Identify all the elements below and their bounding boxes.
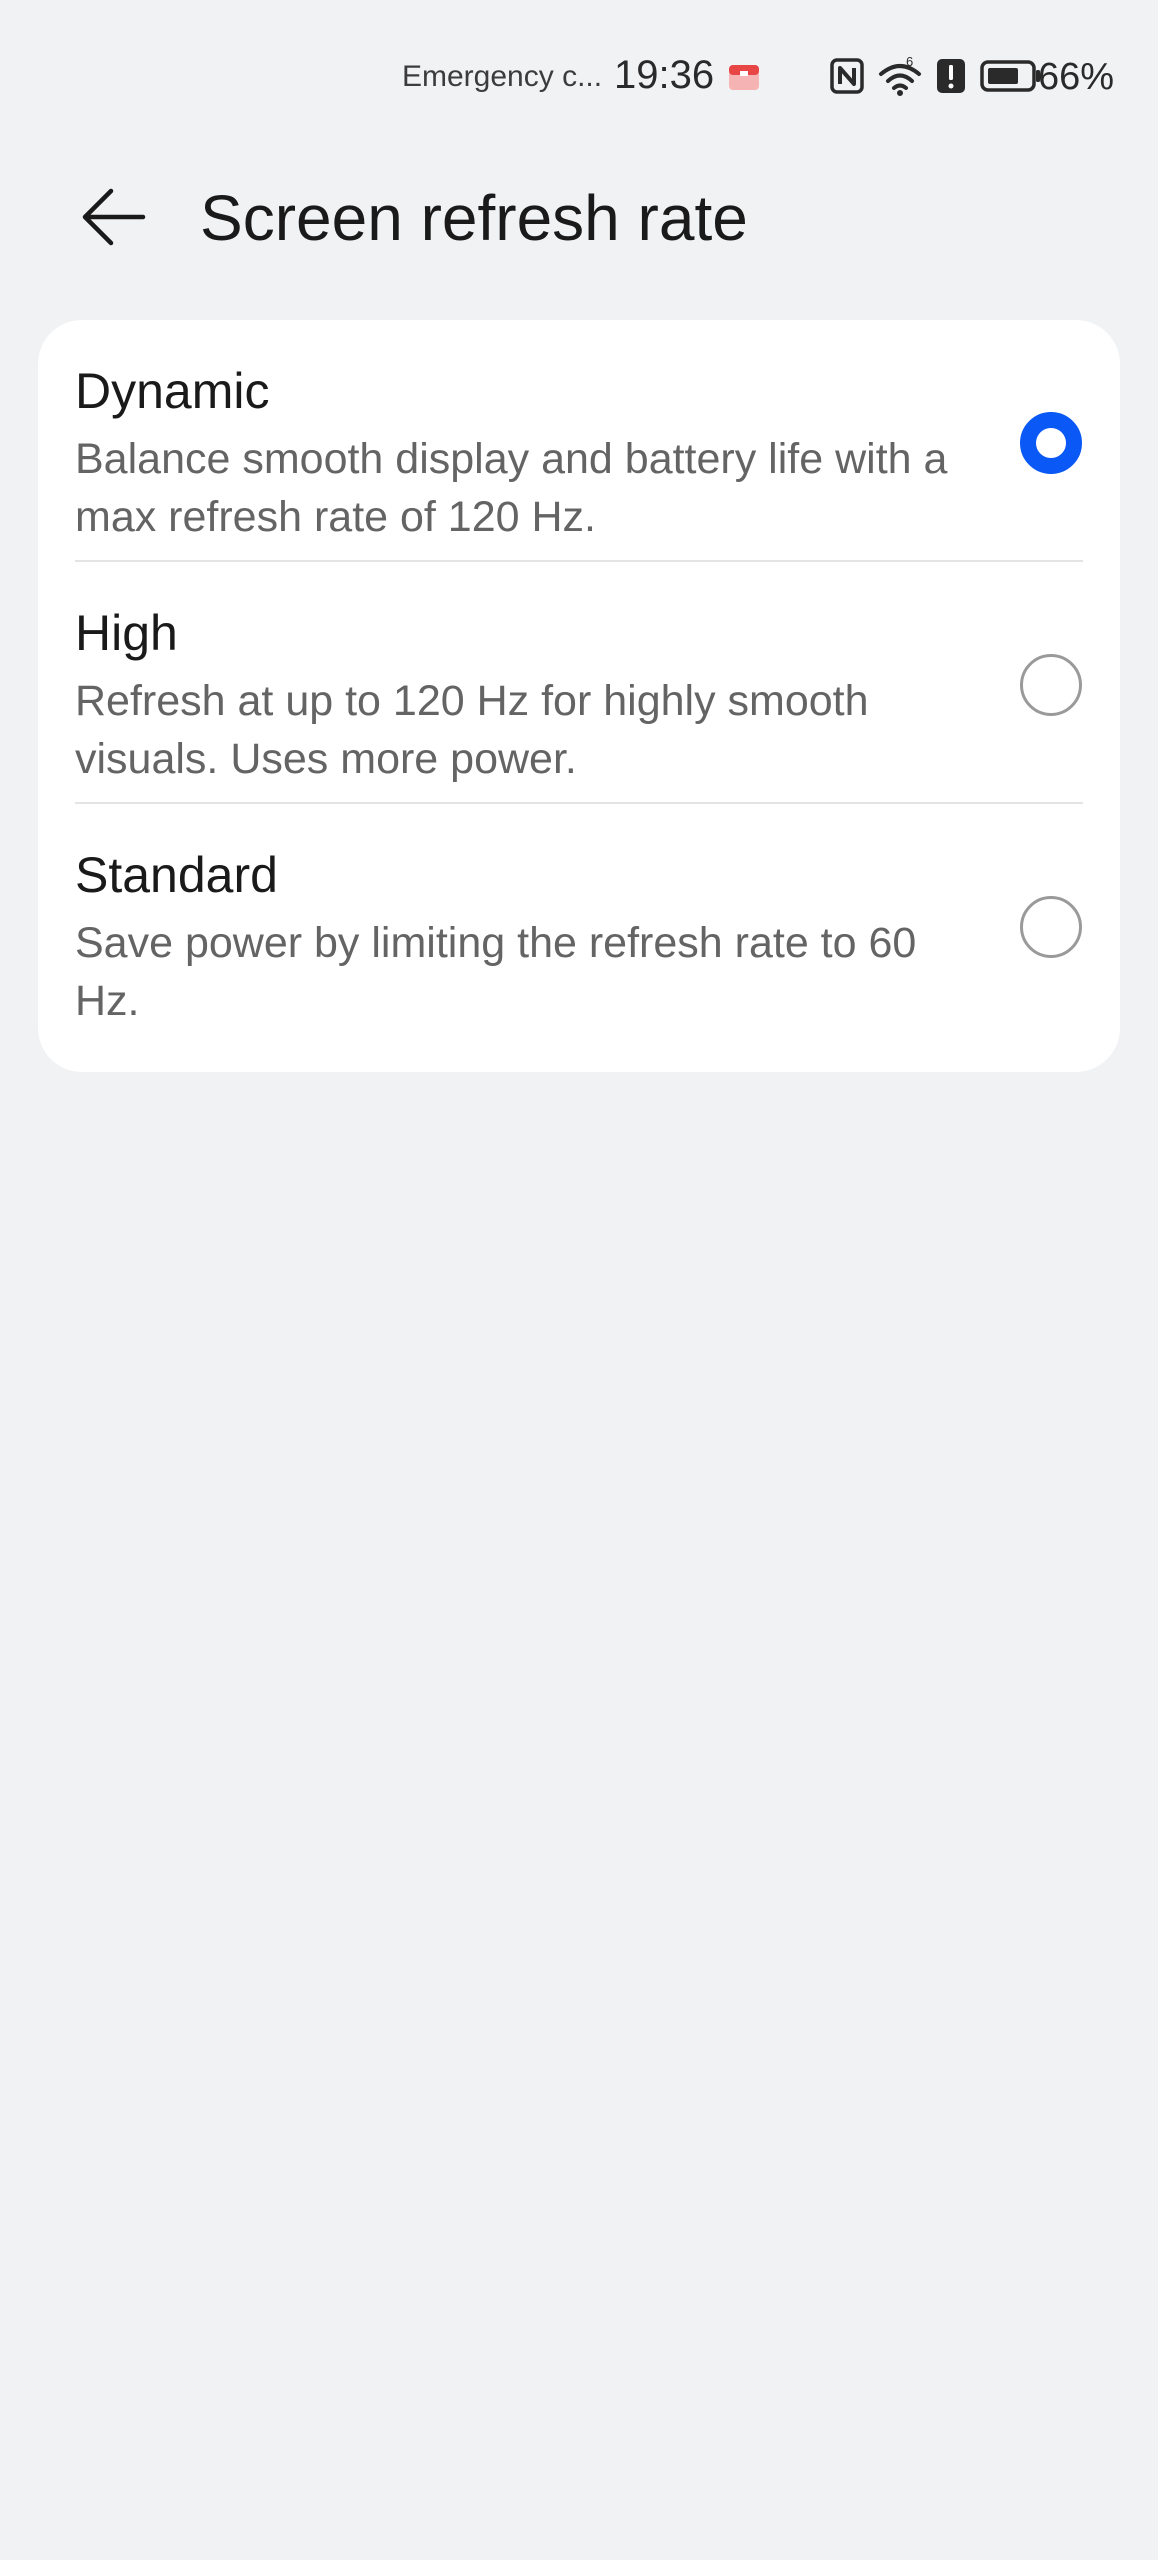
option-description: Save power by limiting the refresh rate … (75, 919, 917, 1025)
arrow-left-icon (82, 188, 146, 246)
page-title: Screen refresh rate (200, 182, 748, 254)
battery-icon (980, 59, 1042, 97)
header: Screen refresh rate (0, 160, 1158, 290)
option-standard[interactable]: Standard Save power by limiting the refr… (38, 804, 1120, 1046)
alert-icon (936, 58, 966, 99)
option-description: Balance smooth display and battery life … (75, 435, 948, 541)
radio-standard[interactable] (1020, 896, 1082, 958)
option-title: Dynamic (75, 363, 270, 419)
option-high[interactable]: High Refresh at up to 120 Hz for highly … (38, 562, 1120, 804)
status-time: 19:36 (614, 53, 715, 97)
option-title: Standard (75, 847, 278, 903)
battery-percent: 66% (1038, 56, 1115, 98)
status-carrier-text: Emergency c... (402, 60, 603, 93)
refresh-rate-options-card: Dynamic Balance smooth display and batte… (38, 320, 1120, 1072)
notification-app-icon (728, 62, 760, 92)
radio-high[interactable] (1020, 654, 1082, 716)
radio-dynamic[interactable] (1020, 412, 1082, 474)
status-icons: 6 (830, 54, 1056, 101)
back-button[interactable] (68, 172, 158, 262)
status-bar: Emergency c... 19:36 6 66% (0, 0, 1158, 160)
nfc-icon (830, 57, 864, 99)
option-dynamic[interactable]: Dynamic Balance smooth display and batte… (38, 320, 1120, 562)
wifi-icon: 6 (878, 54, 922, 101)
option-title: High (75, 605, 178, 661)
option-description: Refresh at up to 120 Hz for highly smoot… (75, 677, 869, 783)
